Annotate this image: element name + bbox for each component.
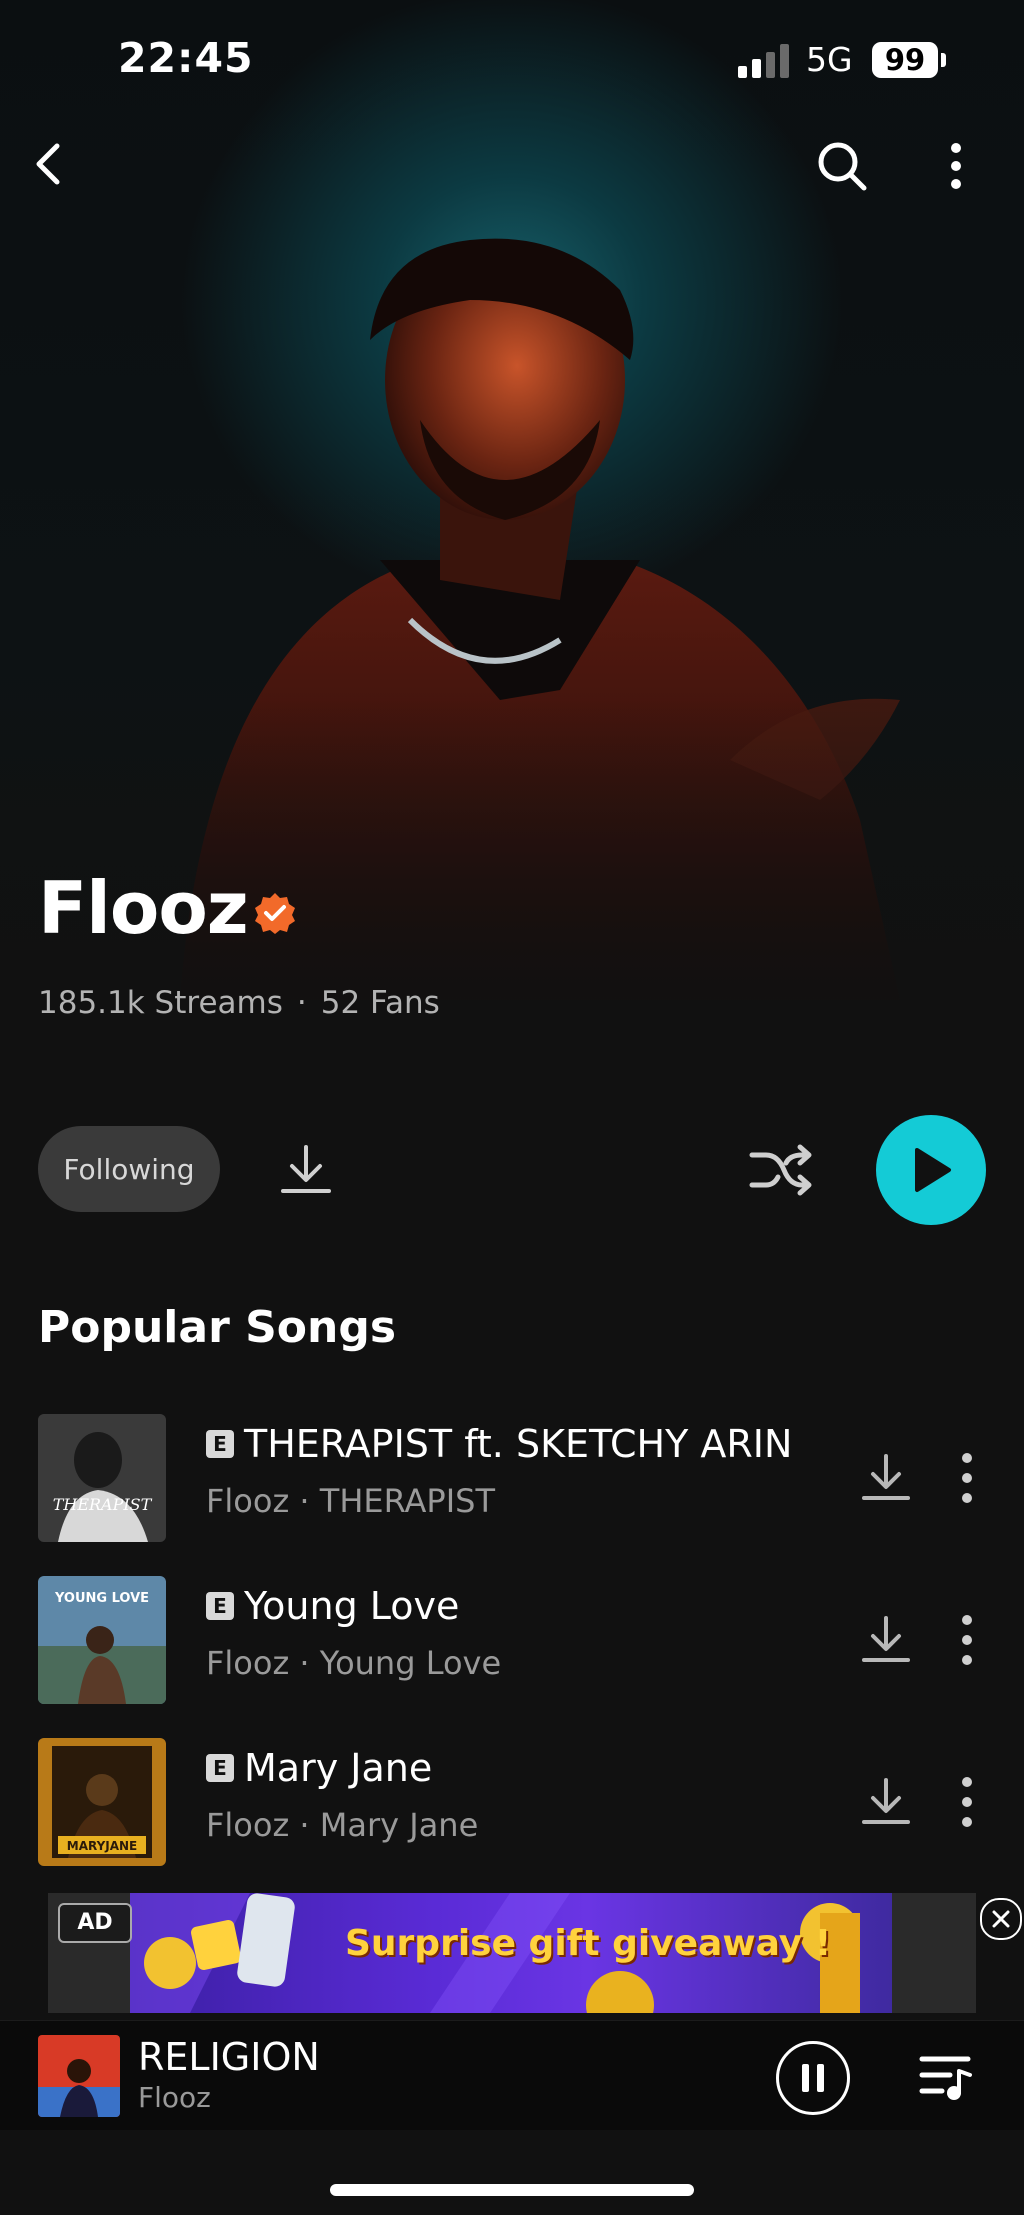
shuffle-icon (749, 1144, 812, 1196)
download-icon (281, 1145, 331, 1193)
play-button[interactable] (876, 1115, 986, 1225)
ad-banner[interactable]: Surprise gift giveaway ! (130, 1893, 892, 2013)
song-subtitle: Flooz · THERAPIST (206, 1482, 496, 1520)
fans-count: 52 Fans (320, 985, 440, 1021)
song-cover: THERAPIST (38, 1414, 166, 1542)
following-button[interactable]: Following (38, 1126, 220, 1212)
network-type: 5G (806, 40, 853, 79)
now-playing-title: RELIGION (138, 2035, 320, 2079)
download-icon[interactable] (858, 1450, 914, 1506)
close-icon (992, 1910, 1010, 1928)
more-vertical-icon (951, 143, 961, 189)
more-vertical-icon[interactable] (950, 1450, 984, 1506)
svg-text:MARYJANE: MARYJANE (67, 1839, 138, 1853)
song-cover: YOUNG LOVE (38, 1576, 166, 1704)
song-subtitle: Flooz · Young Love (206, 1644, 502, 1682)
mini-player[interactable]: RELIGION Flooz (0, 2020, 1024, 2131)
song-row[interactable]: MARYJANE E Mary Jane Flooz · Mary Jane (0, 1738, 1024, 1866)
song-title: Young Love (244, 1584, 460, 1628)
ad-label: AD (58, 1903, 132, 1943)
song-row[interactable]: THERAPIST E THERAPIST ft. SKETCHY ARIN Fl… (0, 1414, 1024, 1542)
svg-text:YOUNG LOVE: YOUNG LOVE (54, 1591, 149, 1606)
song-title: Mary Jane (244, 1746, 433, 1790)
play-icon (915, 1148, 951, 1192)
download-icon[interactable] (858, 1612, 914, 1668)
pause-icon (802, 2064, 824, 2092)
svg-text:THERAPIST: THERAPIST (53, 1495, 153, 1514)
queue-icon[interactable] (918, 2049, 974, 2105)
search-button[interactable] (812, 136, 872, 196)
ad-close-button[interactable] (980, 1898, 1022, 1940)
artist-stats: 185.1k Streams · 52 Fans (38, 985, 440, 1021)
now-playing-cover (38, 2035, 120, 2117)
verified-badge-icon (255, 893, 295, 934)
ad-text: Surprise gift giveaway ! (345, 1923, 832, 1964)
clock: 22:45 (118, 34, 254, 82)
more-vertical-icon[interactable] (950, 1612, 984, 1668)
song-subtitle: Flooz · Mary Jane (206, 1806, 479, 1844)
pause-button[interactable] (776, 2041, 850, 2115)
song-row[interactable]: YOUNG LOVE E Young Love Flooz · Young Lov… (0, 1576, 1024, 1704)
search-icon (818, 142, 867, 191)
download-all-button[interactable] (276, 1140, 336, 1200)
shuffle-button[interactable] (746, 1138, 816, 1202)
home-bar-area (0, 2130, 1024, 2215)
battery-indicator: 99 (872, 42, 938, 78)
battery-tip (941, 53, 946, 67)
song-cover: MARYJANE (38, 1738, 166, 1866)
cellular-signal-icon (738, 44, 789, 78)
download-icon[interactable] (858, 1774, 914, 1830)
streams-count: 185.1k Streams (38, 985, 283, 1021)
stats-separator: · (296, 985, 307, 1021)
status-bar: 22:45 5G 99 (0, 0, 1024, 120)
song-title: THERAPIST ft. SKETCHY ARIN (244, 1422, 793, 1466)
explicit-badge: E (206, 1430, 234, 1458)
artist-name: Flooz (38, 866, 249, 950)
section-title-popular-songs: Popular Songs (38, 1302, 397, 1353)
more-options-button[interactable] (936, 136, 976, 196)
explicit-badge: E (206, 1592, 234, 1620)
back-button[interactable] (20, 136, 76, 192)
now-playing-artist: Flooz (138, 2081, 211, 2114)
chevron-left-icon (36, 143, 60, 185)
more-vertical-icon[interactable] (950, 1774, 984, 1830)
explicit-badge: E (206, 1754, 234, 1782)
home-indicator[interactable] (330, 2184, 694, 2196)
